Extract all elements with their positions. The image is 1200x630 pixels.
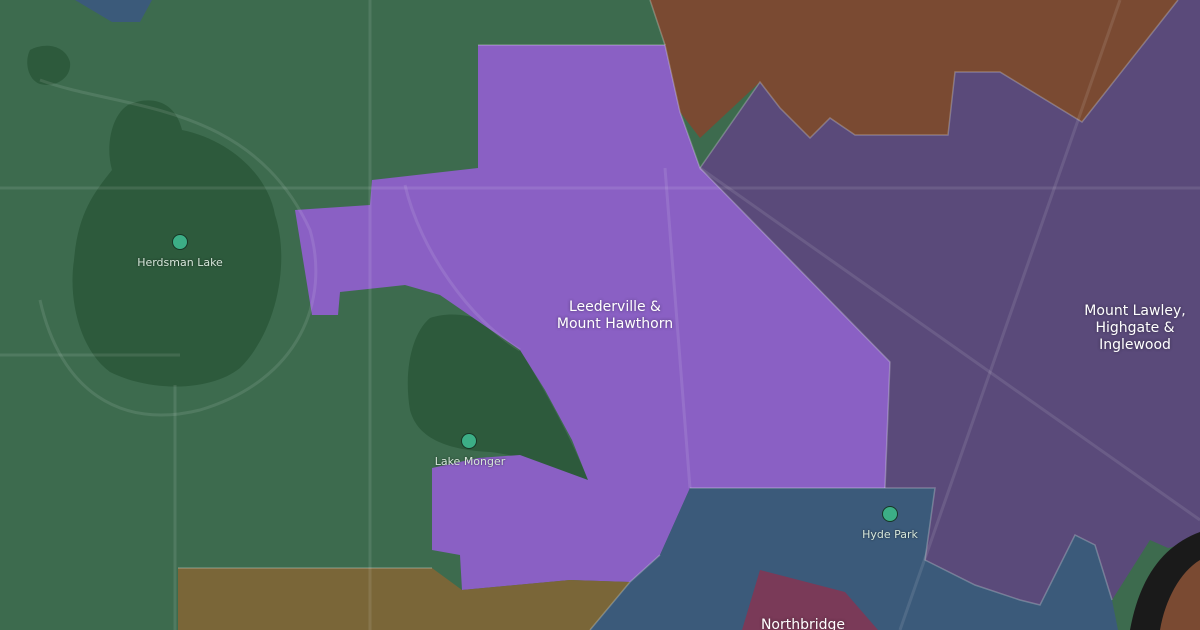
poi-label-hyde-park: Hyde Park [862, 528, 918, 541]
region-label-leederville: Leederville & Mount Hawthorn [556, 299, 674, 332]
map-canvas[interactable]: Leederville & Mount Hawthorn Mount Lawley… [0, 0, 1200, 630]
region-label-northbridge: Northbridge [760, 617, 846, 630]
hyde-park-marker-icon[interactable] [882, 506, 898, 522]
region-label-mount-lawley: Mount Lawley, Highgate & Inglewood [1084, 303, 1186, 353]
poi-label-lake-monger: Lake Monger [434, 455, 506, 468]
lake-monger-marker-icon[interactable] [461, 433, 477, 449]
herdsman-lake-marker-icon[interactable] [172, 234, 188, 250]
poi-label-herdsman-lake: Herdsman Lake [137, 256, 223, 269]
